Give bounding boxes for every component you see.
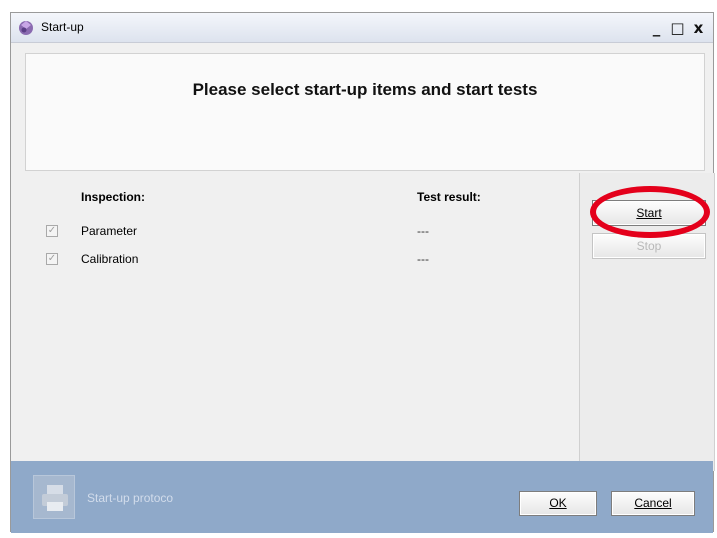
cancel-label: Cancel [634, 496, 672, 510]
ok-button[interactable]: OK [519, 491, 597, 516]
calibration-result: --- [417, 252, 429, 266]
column-header-inspection: Inspection: [81, 190, 146, 204]
stop-label: Stop [636, 239, 662, 253]
calibration-checkbox[interactable]: ✓ [46, 253, 58, 265]
close-icon[interactable]: x [688, 17, 709, 39]
list-item-parameter: ✓ Parameter --- [25, 222, 565, 242]
startup-dialog: Start-up _ □ x Please select start-up it… [10, 12, 715, 533]
startup-protocol-label: Start-up protoco [87, 491, 174, 505]
print-protocol-button[interactable] [33, 475, 75, 519]
parameter-label: Parameter [81, 224, 138, 238]
cancel-button[interactable]: Cancel [611, 491, 695, 516]
start-label: Start [636, 206, 662, 220]
parameter-result: --- [417, 224, 429, 238]
calibration-label: Calibration [81, 252, 139, 266]
column-header-test-result: Test result: [417, 190, 481, 204]
stop-button[interactable]: Stop [592, 233, 706, 259]
maximize-icon[interactable]: □ [667, 17, 688, 39]
parameter-checkbox[interactable]: ✓ [46, 225, 58, 237]
start-button[interactable]: Start [592, 200, 706, 226]
ok-label: OK [549, 496, 567, 510]
inspection-list: Inspection: Test result: ✓ Parameter ---… [25, 175, 565, 465]
header-panel: Please select start-up items and start t… [25, 53, 705, 171]
title-bar[interactable]: Start-up _ □ x [11, 13, 713, 43]
app-icon [17, 19, 35, 37]
minimize-icon[interactable]: _ [646, 17, 667, 39]
window-controls: _ □ x [646, 17, 709, 39]
footer-bar: Start-up protoco OK Cancel [11, 461, 713, 533]
action-panel: Start Stop [579, 173, 715, 471]
page-title: Please select start-up items and start t… [192, 80, 538, 99]
window-title: Start-up [41, 20, 84, 34]
list-item-calibration: ✓ Calibration --- [25, 250, 565, 270]
